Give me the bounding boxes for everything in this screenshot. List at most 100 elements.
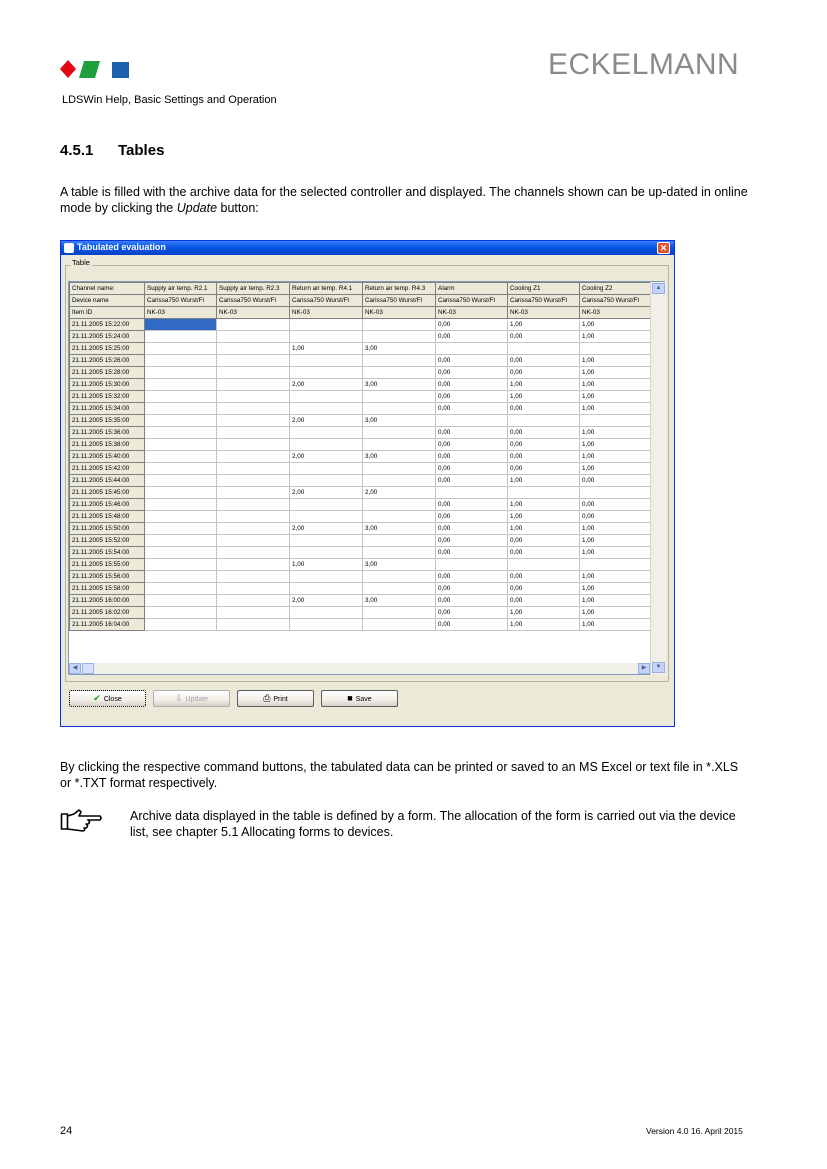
timestamp-cell[interactable]: 21.11.2005 16:00:00 [69, 594, 145, 607]
table-cell[interactable]: Carissa750 Wurst/Fl [362, 294, 436, 307]
table-cell[interactable] [216, 498, 290, 511]
table-cell[interactable]: 0,00 [435, 330, 508, 343]
table-cell[interactable]: 3,00 [362, 522, 436, 535]
table-cell[interactable]: 0,00 [507, 462, 580, 475]
table-cell[interactable]: 1,00 [579, 366, 655, 379]
table-cell[interactable]: Alarm [435, 282, 508, 295]
timestamp-cell[interactable]: 21.11.2005 15:25:00 [69, 342, 145, 355]
table-cell[interactable] [216, 522, 290, 535]
table-cell[interactable]: NK-03 [579, 306, 655, 319]
table-cell[interactable]: 2,00 [289, 414, 363, 427]
timestamp-cell[interactable]: 21.11.2005 15:34:00 [69, 402, 145, 415]
timestamp-cell[interactable]: 21.11.2005 15:36:00 [69, 426, 145, 439]
table-cell[interactable]: Cooling Z2 [579, 282, 655, 295]
table-cell[interactable]: 0,00 [435, 594, 508, 607]
table-cell[interactable] [362, 426, 436, 439]
table-cell[interactable] [579, 486, 655, 499]
table-cell[interactable]: NK-03 [216, 306, 290, 319]
table-cell[interactable] [216, 462, 290, 475]
table-cell[interactable] [216, 486, 290, 499]
table-cell[interactable]: 0,00 [435, 606, 508, 619]
table-cell[interactable]: 1,00 [579, 462, 655, 475]
timestamp-cell[interactable]: 21.11.2005 15:52:00 [69, 534, 145, 547]
table-cell[interactable]: 0,00 [435, 450, 508, 463]
table-cell[interactable] [144, 558, 217, 571]
table-cell[interactable] [289, 462, 363, 475]
timestamp-cell[interactable]: 21.11.2005 15:30:00 [69, 378, 145, 391]
scroll-down-icon[interactable]: ▼ [652, 662, 665, 673]
table-cell[interactable] [362, 534, 436, 547]
table-cell[interactable] [144, 450, 217, 463]
table-cell[interactable] [362, 462, 436, 475]
table-cell[interactable] [289, 570, 363, 583]
table-cell[interactable] [216, 570, 290, 583]
table-cell[interactable] [362, 330, 436, 343]
table-cell[interactable] [144, 390, 217, 403]
table-cell[interactable] [144, 606, 217, 619]
table-cell[interactable]: 0,00 [507, 594, 580, 607]
table-cell[interactable] [435, 558, 508, 571]
table-cell[interactable] [289, 498, 363, 511]
table-cell[interactable] [144, 378, 217, 391]
table-cell[interactable] [144, 594, 217, 607]
table-cell[interactable]: 3,00 [362, 414, 436, 427]
table-cell[interactable]: 0,00 [435, 534, 508, 547]
table-cell[interactable] [144, 438, 217, 451]
table-cell[interactable] [216, 606, 290, 619]
table-cell[interactable]: 2,00 [289, 522, 363, 535]
table-cell[interactable]: 1,00 [579, 330, 655, 343]
table-cell[interactable] [144, 426, 217, 439]
table-cell[interactable] [144, 342, 217, 355]
table-cell[interactable] [144, 534, 217, 547]
header-label-cell[interactable]: Item ID [69, 306, 145, 319]
timestamp-cell[interactable]: 21.11.2005 15:28:00 [69, 366, 145, 379]
table-cell[interactable] [144, 522, 217, 535]
table-cell[interactable]: 1,00 [579, 450, 655, 463]
table-cell[interactable]: 0,00 [435, 402, 508, 415]
table-cell[interactable] [362, 318, 436, 331]
window-titlebar[interactable]: Tabulated evaluation ✕ [61, 241, 674, 255]
table-cell[interactable]: 0,00 [507, 426, 580, 439]
timestamp-cell[interactable]: 21.11.2005 15:55:00 [69, 558, 145, 571]
table-cell[interactable] [144, 618, 217, 631]
table-cell[interactable] [579, 342, 655, 355]
table-cell[interactable] [507, 558, 580, 571]
table-cell[interactable]: 0,00 [507, 570, 580, 583]
table-cell[interactable]: Cooling Z1 [507, 282, 580, 295]
table-cell[interactable] [144, 498, 217, 511]
table-cell[interactable]: 1,00 [507, 498, 580, 511]
table-cell[interactable]: NK-03 [362, 306, 436, 319]
table-cell[interactable] [289, 510, 363, 523]
table-cell[interactable] [289, 330, 363, 343]
close-icon[interactable]: ✕ [657, 242, 670, 254]
scroll-right-icon[interactable]: ▶ [638, 663, 650, 674]
table-cell[interactable]: 0,00 [507, 438, 580, 451]
table-cell[interactable]: Carissa750 Wurst/Fl [435, 294, 508, 307]
table-cell[interactable]: 0,00 [435, 474, 508, 487]
table-cell[interactable] [362, 474, 436, 487]
table-cell[interactable] [216, 618, 290, 631]
close-button[interactable]: ✔ Close [69, 690, 146, 707]
table-cell[interactable]: Carissa750 Wurst/Fl [579, 294, 655, 307]
table-cell[interactable] [216, 558, 290, 571]
table-cell[interactable] [289, 354, 363, 367]
vertical-scrollbar[interactable]: ▲ ▼ [650, 282, 666, 675]
table-cell[interactable]: 1,00 [507, 318, 580, 331]
update-button[interactable]: ⇩ Update [153, 690, 230, 707]
table-cell[interactable]: 0,00 [435, 510, 508, 523]
table-cell[interactable] [435, 486, 508, 499]
table-cell[interactable]: 1,00 [507, 378, 580, 391]
table-cell[interactable]: 1,00 [507, 474, 580, 487]
table-cell[interactable]: 1,00 [579, 438, 655, 451]
table-cell[interactable]: NK-03 [507, 306, 580, 319]
table-cell[interactable] [289, 606, 363, 619]
table-cell[interactable] [144, 474, 217, 487]
table-cell[interactable]: 1,00 [579, 546, 655, 559]
table-cell[interactable] [216, 534, 290, 547]
table-cell[interactable]: 3,00 [362, 342, 436, 355]
table-cell[interactable] [435, 414, 508, 427]
table-cell[interactable] [216, 402, 290, 415]
table-cell[interactable] [362, 402, 436, 415]
table-cell[interactable] [144, 546, 217, 559]
table-cell[interactable]: 0,00 [435, 438, 508, 451]
